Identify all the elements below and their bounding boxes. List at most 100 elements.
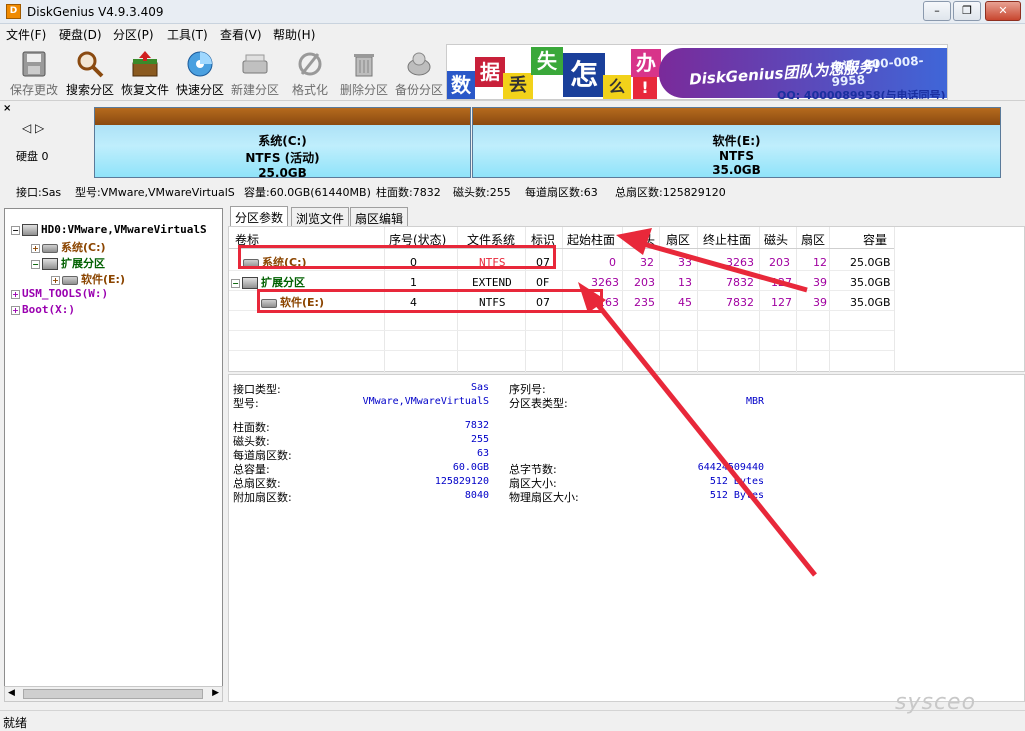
info-model: 型号:VMware,VMwareVirtualS [75,186,235,199]
row-id: 0F [536,276,550,289]
col-header-end-sector[interactable]: 扇区 [801,231,825,248]
menu-bar: 文件(F) 硬盘(D) 分区(P) 工具(T) 查看(V) 帮助(H) [0,24,1025,43]
expand-icon[interactable]: + [51,275,60,285]
info-capacity: 容量:60.0GB(61440MB) [244,186,371,199]
banner-qq: QQ: 4000089958(与电话同号) [777,89,946,100]
collapse-icon[interactable]: − [31,259,40,269]
disk-tree: − HD0:VMware,VMwareVirtualS + 系统(C:) − 扩展分区… [4,208,223,702]
watermark-logo: sysceo [895,690,977,715]
window-title: DiskGenius V4.9.3.409 [27,5,164,19]
menu-disk[interactable]: 硬盘(D) [59,26,102,43]
detail-value: Sas [470,382,489,393]
toolbar-label: 快速分区 [175,83,224,97]
tree-label: USM_TOOLS(W:) [22,287,109,300]
save-changes-button[interactable]: 保存更改 [6,47,62,99]
col-header-start-sector[interactable]: 扇区 [666,231,690,248]
info-total-sectors: 总扇区数:125829120 [615,186,726,199]
partition-block-header [95,108,470,125]
disk-map: × ◁ ▷ 硬盘 0 系统(C:) NTFS (活动) 25.0GB 软件(E:… [0,101,1025,181]
banner-char: ! [633,77,657,99]
tab-browse-files[interactable]: 浏览文件 [291,207,350,226]
partition-block-c[interactable]: 系统(C:) NTFS (活动) 25.0GB [94,107,471,180]
col-header-end-head[interactable]: 磁头 [764,231,788,248]
menu-tools[interactable]: 工具(T) [167,26,208,43]
close-panel-icon[interactable]: × [3,103,11,114]
banner-char: 么 [603,75,631,99]
format-button[interactable]: 格式化 [282,47,338,99]
tree-horizontal-scrollbar[interactable]: ◀ ▶ [4,686,223,702]
disk-nav-arrows[interactable]: ◁ ▷ [22,121,44,135]
tab-partition-params[interactable]: 分区参数 [230,206,289,227]
recover-box-icon [132,51,158,77]
partition-block-fs: NTFS [718,149,755,163]
tab-sector-edit[interactable]: 扇区编辑 [350,207,409,226]
toolbar-label: 格式化 [291,83,328,97]
tree-item-usm-tools[interactable]: + USM_TOOLS(W:) [11,287,108,300]
scroll-right-icon[interactable]: ▶ [212,688,219,698]
save-icon [22,51,46,77]
row-size: 25.0GB [850,256,891,269]
menu-file[interactable]: 文件(F) [6,26,46,43]
collapse-icon[interactable]: − [231,278,240,288]
expand-icon[interactable]: + [31,243,40,253]
disk-label: 硬盘 0 [16,150,49,163]
close-button[interactable]: ✕ [985,1,1021,21]
partition-block-size: 35.0GB [712,163,761,177]
partition-block-e[interactable]: 软件(E:) NTFS 35.0GB [472,107,1001,178]
row-end-sector: 39 [813,296,827,309]
menu-view[interactable]: 查看(V) [220,26,262,43]
detail-value: 125829120 [434,476,489,487]
menu-partition[interactable]: 分区(P) [113,26,154,43]
hard-disk-icon [22,224,38,236]
quick-partition-disc-icon [187,51,213,77]
tree-label: 扩展分区 [61,257,105,270]
tree-disk-root[interactable]: − HD0:VMware,VMwareVirtualS [11,223,207,236]
scroll-left-icon[interactable]: ◀ [8,688,15,698]
row-end-cyl: 7832 [726,296,754,309]
toolbar-label: 备份分区 [394,83,443,97]
minimize-button[interactable]: – [923,1,951,21]
maximize-button[interactable]: ❐ [953,1,981,21]
partition-icon [62,275,78,285]
tree-item-boot[interactable]: + Boot(X:) [11,303,75,316]
quick-partition-button[interactable]: 快速分区 [172,47,228,99]
partition-block-name: 系统(C:) [258,134,307,148]
info-interface: 接口:Sas [16,186,62,199]
backup-icon [407,52,431,76]
search-partition-button[interactable]: 搜索分区 [62,47,118,99]
collapse-icon[interactable]: − [11,225,20,235]
expand-icon[interactable]: + [11,305,20,315]
tree-item-system-c[interactable]: + 系统(C:) [31,239,106,255]
banner-char: 数 [447,71,475,99]
magnifier-icon [77,51,104,78]
recover-files-button[interactable]: 恢复文件 [117,47,173,99]
disk-details: 接口类型: Sas 序列号: 型号: VMware,VMwareVirtualS… [228,374,1025,702]
row-end-head: 127 [771,276,792,289]
scroll-thumb[interactable] [23,689,203,699]
delete-partition-button[interactable]: 删除分区 [336,47,392,99]
status-text: 就绪 [3,716,28,730]
info-spt: 每道扇区数:63 [525,186,598,199]
col-header-size[interactable]: 容量 [863,231,887,248]
row-start-head: 235 [634,296,655,309]
menu-help[interactable]: 帮助(H) [273,26,315,43]
banner-char: 丢 [503,73,533,99]
tree-label: Boot(X:) [22,303,75,316]
toolbar-label: 搜索分区 [65,83,114,97]
detail-value: 512 Bytes [709,490,764,501]
detail-value: 255 [470,434,489,445]
annotation-box-software [257,289,603,313]
col-header-end-cyl[interactable]: 终止柱面 [703,231,751,248]
row-index: 1 [410,276,417,289]
detail-value: 8040 [464,490,489,501]
detail-label: 型号: [233,397,259,410]
new-partition-button[interactable]: 新建分区 [227,47,283,99]
tree-item-software-e[interactable]: + 软件(E:) [51,271,125,287]
tree-item-extended[interactable]: − 扩展分区 [31,255,105,271]
col-header-start-cyl[interactable]: 起始柱面 [567,231,615,248]
backup-partition-button[interactable]: 备份分区 [391,47,447,99]
expand-icon[interactable]: + [11,289,20,299]
row-start-sector: 13 [678,276,692,289]
support-banner[interactable]: 数 据 丢 失 怎 么 办 ! 电话: 400-008-9958 DiskGen… [446,44,948,100]
col-header-start-head[interactable]: 磁头 [631,231,655,248]
